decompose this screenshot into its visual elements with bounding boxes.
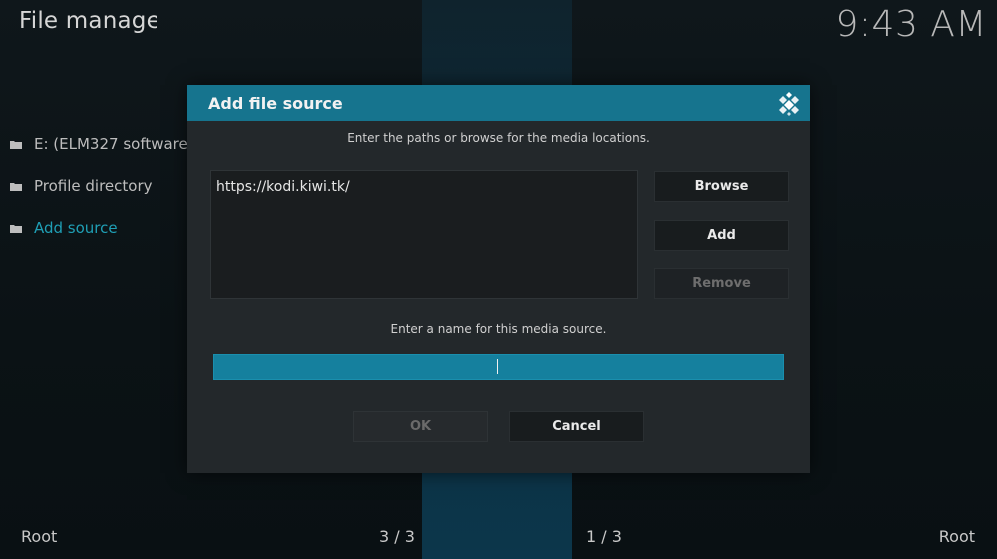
sidebar: E: (ELM327 software) Profile directory A… bbox=[10, 133, 194, 259]
paths-list[interactable]: https://kodi.kiwi.tk/ bbox=[210, 170, 638, 299]
sidebar-item-label: Add source bbox=[34, 219, 118, 237]
footer-left-count: 3 / 3 bbox=[379, 527, 415, 546]
cancel-button[interactable]: Cancel bbox=[509, 411, 644, 442]
remove-button[interactable]: Remove bbox=[654, 268, 789, 299]
name-hint: Enter a name for this media source. bbox=[390, 322, 607, 336]
sidebar-item-add-source[interactable]: Add source bbox=[10, 217, 194, 239]
paths-hint: Enter the paths or browse for the media … bbox=[347, 131, 650, 145]
sidebar-item-label: Profile directory bbox=[34, 177, 153, 195]
page-title: File manager bbox=[19, 8, 157, 34]
footer-left-root: Root bbox=[21, 527, 58, 546]
add-file-source-dialog: Add file source Enter the paths or brows… bbox=[187, 85, 810, 473]
sidebar-item-elm327[interactable]: E: (ELM327 software) bbox=[10, 133, 194, 155]
dialog-title: Add file source bbox=[208, 93, 343, 113]
ok-button[interactable]: OK bbox=[353, 411, 488, 442]
sidebar-item-label: E: (ELM327 software) bbox=[34, 135, 194, 153]
add-button[interactable]: Add bbox=[654, 220, 789, 251]
footer-right-count: 1 / 3 bbox=[586, 527, 622, 546]
sidebar-item-profile-directory[interactable]: Profile directory bbox=[10, 175, 194, 197]
source-name-input[interactable] bbox=[213, 354, 784, 380]
dialog-header: Add file source bbox=[187, 85, 810, 121]
footer-right-root: Root bbox=[938, 527, 975, 546]
folder-icon bbox=[10, 182, 22, 191]
folder-icon bbox=[10, 140, 22, 149]
clock: 9:43 AM bbox=[835, 4, 987, 45]
path-item[interactable]: https://kodi.kiwi.tk/ bbox=[211, 171, 637, 195]
browse-button[interactable]: Browse bbox=[654, 171, 789, 202]
folder-icon bbox=[10, 224, 22, 233]
kodi-logo-icon bbox=[779, 92, 799, 116]
kodi-screen: File manager 9:43 AM E: (ELM327 software… bbox=[0, 0, 997, 559]
